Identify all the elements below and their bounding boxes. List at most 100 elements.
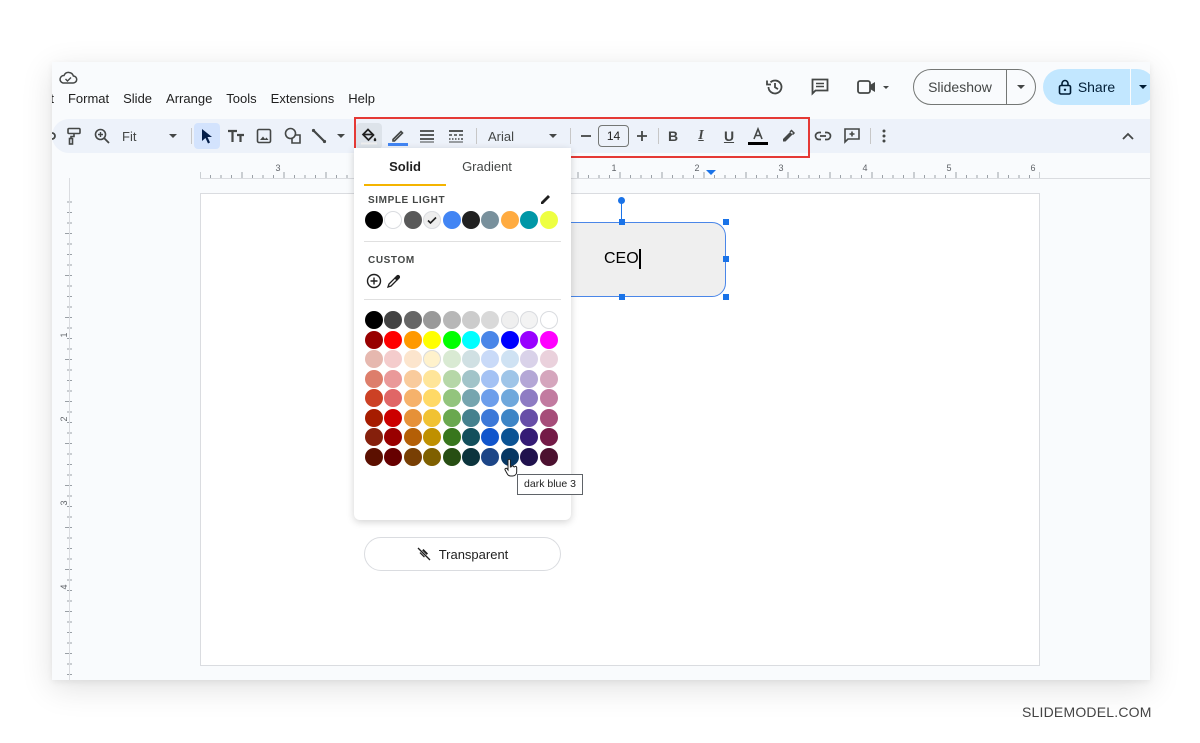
palette-color-swatch[interactable]	[520, 350, 539, 368]
palette-color-swatch[interactable]	[384, 408, 403, 427]
palette-color-swatch[interactable]	[500, 330, 519, 349]
palette-color-swatch[interactable]	[403, 311, 422, 329]
theme-color-swatch[interactable]	[539, 211, 558, 229]
palette-color-swatch[interactable]	[384, 369, 403, 388]
line-tool[interactable]	[311, 123, 345, 149]
resize-handle-top[interactable]	[619, 219, 625, 225]
palette-color-swatch[interactable]	[384, 389, 403, 407]
zoom-select[interactable]: Fit	[118, 123, 182, 149]
theme-color-swatch[interactable]	[462, 211, 480, 229]
palette-color-swatch[interactable]	[384, 311, 403, 329]
theme-color-swatch[interactable]	[500, 211, 519, 229]
share-button[interactable]: Share	[1043, 69, 1131, 105]
theme-color-swatch[interactable]	[442, 211, 461, 229]
palette-color-swatch[interactable]	[403, 408, 422, 427]
palette-color-swatch[interactable]	[481, 447, 500, 466]
palette-color-swatch[interactable]	[403, 389, 422, 407]
insert-image-tool[interactable]	[252, 123, 276, 149]
palette-color-swatch[interactable]	[500, 350, 519, 368]
palette-color-swatch[interactable]	[462, 408, 480, 427]
eyedropper-button[interactable]	[386, 273, 402, 294]
palette-color-swatch[interactable]	[403, 369, 422, 388]
palette-color-swatch[interactable]	[442, 350, 461, 368]
palette-color-swatch[interactable]	[520, 369, 539, 388]
add-comment-button[interactable]	[840, 123, 864, 149]
palette-color-swatch[interactable]	[423, 389, 442, 407]
palette-color-swatch[interactable]	[539, 428, 558, 446]
palette-color-swatch[interactable]	[462, 389, 480, 407]
palette-color-swatch[interactable]	[481, 350, 500, 368]
palette-color-swatch[interactable]	[403, 428, 422, 446]
select-tool[interactable]	[194, 123, 220, 149]
palette-color-swatch[interactable]	[423, 311, 442, 329]
palette-color-swatch[interactable]	[442, 408, 461, 427]
palette-color-swatch[interactable]	[481, 311, 500, 329]
palette-color-swatch[interactable]	[365, 447, 383, 466]
add-custom-color-button[interactable]	[366, 273, 382, 294]
cloud-saved-icon[interactable]	[58, 70, 78, 86]
palette-color-swatch[interactable]	[520, 408, 539, 427]
palette-color-swatch[interactable]	[539, 447, 558, 466]
menu-insert[interactable]: rt	[52, 91, 54, 111]
slideshow-options-dropdown[interactable]	[1007, 70, 1035, 104]
menu-help[interactable]: Help	[348, 91, 375, 111]
palette-color-swatch[interactable]	[539, 389, 558, 407]
palette-color-swatch[interactable]	[423, 369, 442, 388]
palette-color-swatch[interactable]	[442, 311, 461, 329]
horizontal-ruler[interactable]: 3 1 2 3 4 5 6	[200, 162, 1040, 178]
palette-color-swatch[interactable]	[481, 428, 500, 446]
theme-color-swatch[interactable]	[423, 211, 442, 229]
comment-history-icon[interactable]	[809, 76, 831, 98]
palette-color-swatch[interactable]	[539, 330, 558, 349]
palette-color-swatch[interactable]	[365, 408, 383, 427]
indent-marker-icon[interactable]	[706, 170, 716, 175]
collapse-toolbar-button[interactable]	[1118, 123, 1138, 149]
palette-color-swatch[interactable]	[500, 428, 519, 446]
palette-color-swatch[interactable]	[500, 408, 519, 427]
palette-color-swatch[interactable]	[384, 447, 403, 466]
palette-color-swatch[interactable]	[384, 330, 403, 349]
theme-color-swatch[interactable]	[481, 211, 500, 229]
palette-color-swatch[interactable]	[539, 311, 558, 329]
palette-color-swatch[interactable]	[462, 428, 480, 446]
insert-link-button[interactable]	[811, 123, 835, 149]
palette-color-swatch[interactable]	[423, 408, 442, 427]
palette-color-swatch[interactable]	[520, 330, 539, 349]
palette-color-swatch[interactable]	[423, 447, 442, 466]
shape-text[interactable]: CEO	[604, 250, 639, 268]
palette-color-swatch[interactable]	[462, 311, 480, 329]
palette-color-swatch[interactable]	[539, 350, 558, 368]
palette-color-swatch[interactable]	[365, 350, 383, 368]
version-history-icon[interactable]	[764, 76, 786, 98]
theme-color-swatch[interactable]	[365, 211, 383, 229]
palette-color-swatch[interactable]	[462, 350, 480, 368]
resize-handle-bottom[interactable]	[619, 294, 625, 300]
resize-handle-bottom-right[interactable]	[723, 294, 729, 300]
palette-color-swatch[interactable]	[442, 389, 461, 407]
palette-color-swatch[interactable]	[462, 369, 480, 388]
meet-camera-icon[interactable]	[856, 77, 890, 97]
palette-color-swatch[interactable]	[365, 369, 383, 388]
text-box-tool[interactable]	[224, 123, 248, 149]
palette-color-swatch[interactable]	[520, 389, 539, 407]
vertical-ruler[interactable]: 1 2 3 4	[60, 192, 72, 680]
palette-color-swatch[interactable]	[539, 369, 558, 388]
palette-color-swatch[interactable]	[423, 350, 442, 368]
palette-color-swatch[interactable]	[520, 428, 539, 446]
palette-color-swatch[interactable]	[403, 350, 422, 368]
share-options-dropdown[interactable]	[1131, 69, 1150, 105]
palette-color-swatch[interactable]	[481, 389, 500, 407]
palette-color-swatch[interactable]	[442, 428, 461, 446]
palette-color-swatch[interactable]	[539, 408, 558, 427]
palette-color-swatch[interactable]	[365, 311, 383, 329]
palette-color-swatch[interactable]	[481, 369, 500, 388]
theme-color-swatch[interactable]	[520, 211, 539, 229]
zoom-icon[interactable]	[90, 123, 114, 149]
palette-color-swatch[interactable]	[442, 369, 461, 388]
palette-color-swatch[interactable]	[442, 447, 461, 466]
palette-color-swatch[interactable]	[365, 330, 383, 349]
palette-color-swatch[interactable]	[403, 447, 422, 466]
palette-color-swatch[interactable]	[423, 330, 442, 349]
palette-color-swatch[interactable]	[462, 447, 480, 466]
theme-color-swatch[interactable]	[384, 211, 403, 229]
